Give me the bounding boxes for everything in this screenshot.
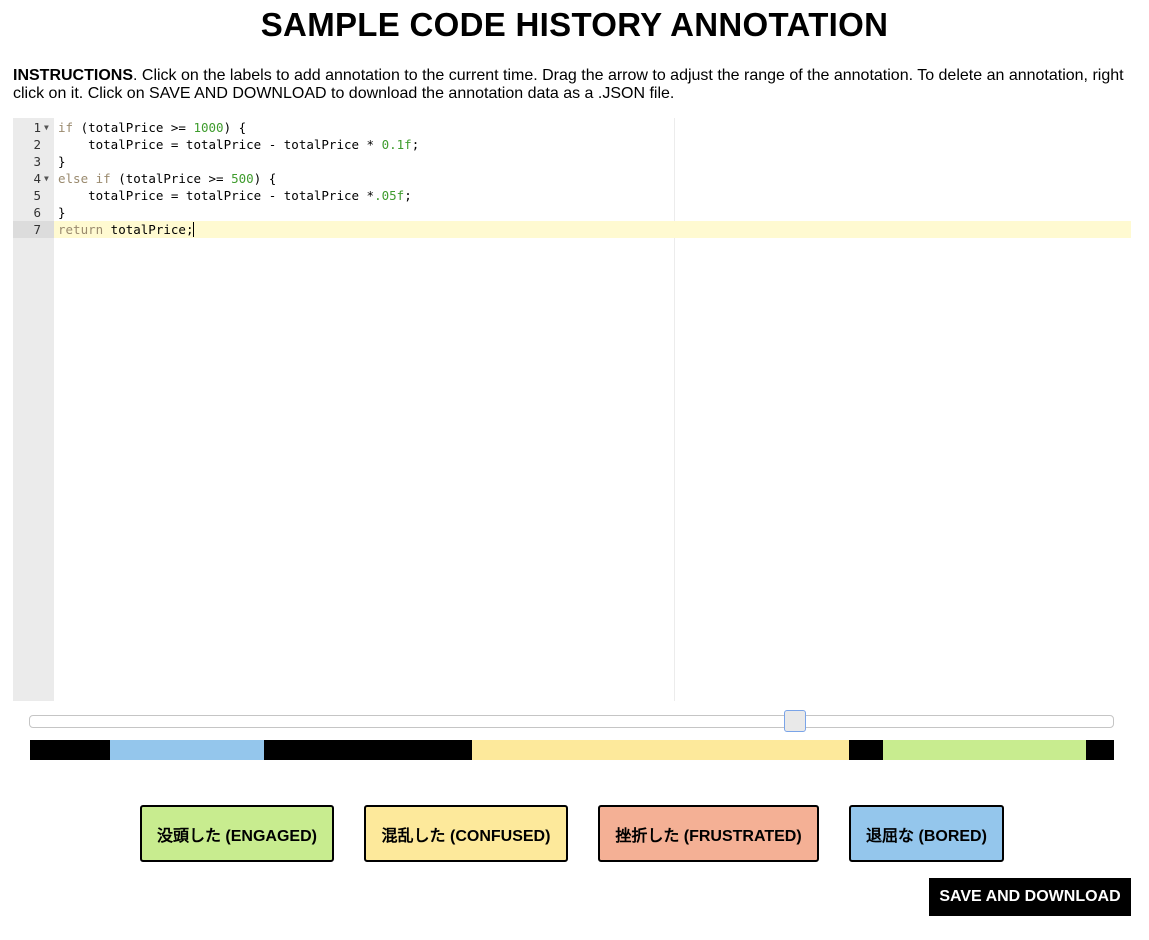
line-number: 2 — [33, 137, 41, 152]
timeline-segment-black — [849, 740, 883, 760]
timeline-segment-confused[interactable] — [472, 740, 849, 760]
confused-label-button[interactable]: 混乱した (CONFUSED) — [364, 805, 568, 862]
timeline-segment-black — [30, 740, 110, 760]
timeline-segment-black — [264, 740, 472, 760]
instructions-label: INSTRUCTIONS — [13, 67, 133, 84]
code-line-3[interactable]: 3 } — [13, 153, 1131, 170]
code-editor[interactable]: 1 ▼ if (totalPrice >= 1000) { 2 totalPri… — [13, 118, 1131, 701]
timeline-segment-engaged[interactable] — [883, 740, 1086, 760]
code-line-2[interactable]: 2 totalPrice = totalPrice - totalPrice *… — [13, 136, 1131, 153]
frustrated-label-button[interactable]: 挫折した (FRUSTRATED) — [598, 805, 819, 862]
line-number: 3 — [33, 154, 41, 169]
code-line-1[interactable]: 1 ▼ if (totalPrice >= 1000) { — [13, 119, 1131, 136]
fold-arrow-icon[interactable]: ▼ — [44, 119, 49, 136]
bored-label-button[interactable]: 退屈な (BORED) — [849, 805, 1004, 862]
code-text: else if (totalPrice >= 500) { — [58, 171, 277, 186]
code-text: } — [58, 154, 66, 169]
code-text: } — [58, 205, 66, 220]
save-and-download-button[interactable]: SAVE AND DOWNLOAD — [929, 878, 1131, 916]
code-text: return totalPrice; — [58, 222, 195, 237]
annotation-timeline[interactable] — [30, 740, 1114, 760]
history-slider-handle[interactable] — [784, 710, 806, 732]
fold-arrow-icon[interactable]: ▼ — [44, 170, 49, 187]
line-number: 1 — [33, 120, 41, 135]
code-line-5[interactable]: 5 totalPrice = totalPrice - totalPrice *… — [13, 187, 1131, 204]
instructions: INSTRUCTIONS. Click on the labels to add… — [13, 67, 1137, 103]
line-number: 6 — [33, 205, 41, 220]
text-cursor — [193, 222, 195, 237]
line-number: 7 — [33, 222, 41, 237]
engaged-label-button[interactable]: 没頭した (ENGAGED) — [140, 805, 334, 862]
page-title: SAMPLE CODE HISTORY ANNOTATION — [260, 6, 889, 43]
line-number: 5 — [33, 188, 41, 203]
timeline-segment-bored[interactable] — [110, 740, 264, 760]
timeline-segment-black — [1086, 740, 1114, 760]
code-text: totalPrice = totalPrice - totalPrice *.0… — [58, 188, 412, 203]
code-line-7[interactable]: 7 return totalPrice; — [13, 221, 1131, 238]
code-line-4[interactable]: 4 ▼ else if (totalPrice >= 500) { — [13, 170, 1131, 187]
instructions-text: . Click on the labels to add annotation … — [13, 67, 1124, 102]
code-text: totalPrice = totalPrice - totalPrice * 0… — [58, 137, 420, 152]
line-number: 4 — [33, 171, 41, 186]
code-text: if (totalPrice >= 1000) { — [58, 120, 247, 135]
code-line-6[interactable]: 6 } — [13, 204, 1131, 221]
history-slider-track[interactable] — [29, 715, 1114, 728]
